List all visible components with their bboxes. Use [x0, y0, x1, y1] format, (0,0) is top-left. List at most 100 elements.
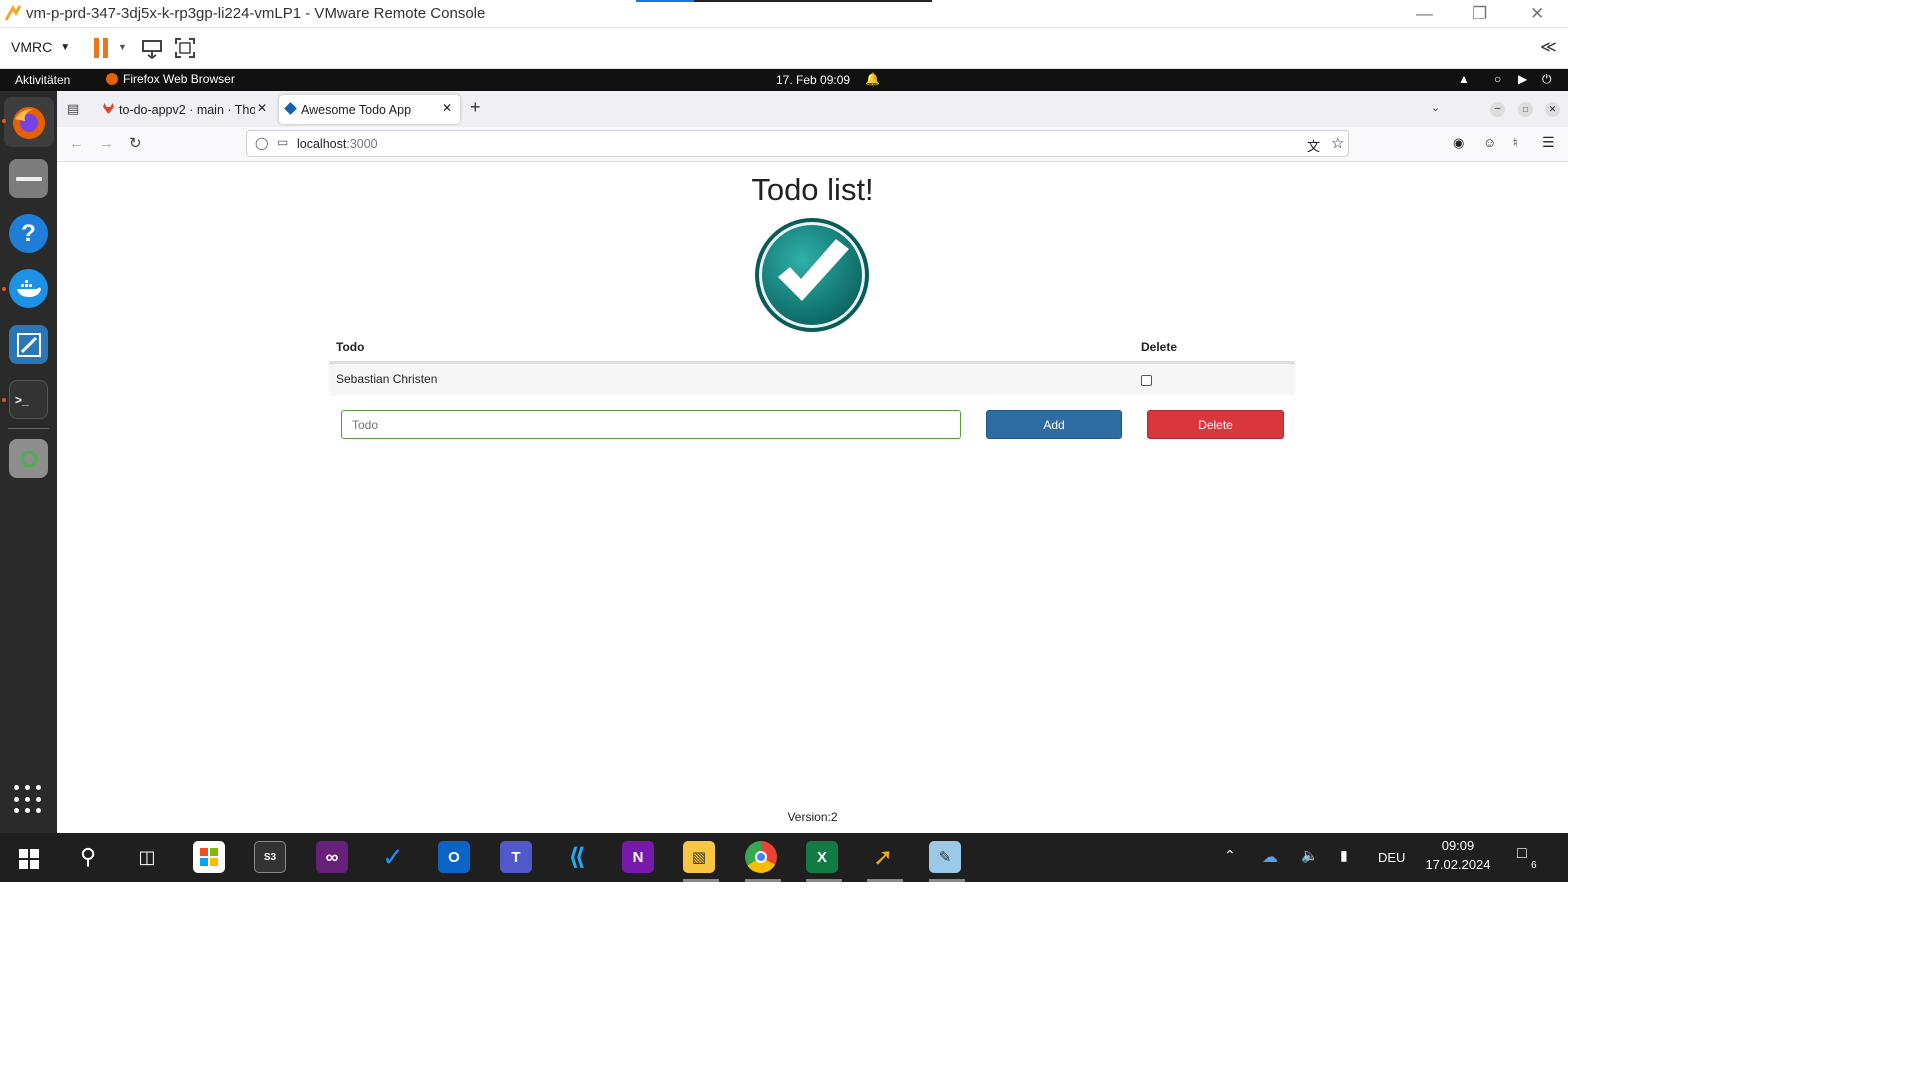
- close-icon[interactable]: ✕: [1530, 4, 1544, 24]
- browser-navbar: ← → ↻ ◯ ▭ localhost:3000 文 ☆ ◉ ☺ ♮ ☰: [57, 127, 1568, 162]
- win-minimize-icon[interactable]: –: [1490, 102, 1505, 117]
- checkmark-logo-icon: [754, 217, 870, 333]
- task-view-icon[interactable]: ◫: [131, 841, 163, 873]
- list-tabs-icon[interactable]: ⌄: [1431, 101, 1440, 114]
- taskbar-time: 09:09: [1441, 838, 1475, 853]
- pause-icon[interactable]: [94, 38, 110, 58]
- app-menu-label: Firefox Web Browser: [123, 72, 235, 86]
- page-title: Todo list!: [751, 172, 874, 207]
- file-explorer-icon[interactable]: ▧: [683, 841, 715, 873]
- network-icon[interactable]: ○: [1494, 72, 1501, 86]
- version-label: Version:2: [787, 810, 838, 824]
- url-bar[interactable]: ◯ ▭ localhost:3000 文 ☆: [246, 130, 1349, 157]
- tab-gitlab[interactable]: to-do-appv2 · main · Thon ✕: [97, 95, 273, 124]
- minimize-icon[interactable]: —: [1416, 4, 1433, 24]
- visual-studio-icon[interactable]: ∞: [316, 841, 348, 873]
- trash-icon[interactable]: [9, 439, 48, 478]
- tab-awesome-todo[interactable]: Awesome Todo App ✕: [279, 95, 460, 124]
- todo-input[interactable]: [341, 410, 961, 439]
- gnome-topbar: Aktivitäten Firefox Web Browser 17. Feb …: [0, 69, 1568, 91]
- show-apps-icon[interactable]: [14, 785, 43, 814]
- terminal-icon[interactable]: >_: [9, 380, 48, 419]
- search-icon[interactable]: ⚲: [72, 841, 104, 873]
- bookmark-star-icon[interactable]: ☆: [1331, 134, 1344, 152]
- clock[interactable]: 17. Feb 09:09: [776, 73, 850, 87]
- taskbar-date: 17.02.2024: [1425, 857, 1491, 872]
- muted-speaker-icon[interactable]: 🔈: [1301, 847, 1318, 864]
- store-icon[interactable]: [193, 841, 225, 873]
- tab-overview-icon[interactable]: ▤: [67, 101, 79, 117]
- tab-label: to-do-appv2 · main · Thon: [119, 102, 264, 117]
- extensions-icon[interactable]: ♮: [1513, 135, 1518, 151]
- power-icon[interactable]: ⏻: [1542, 72, 1552, 87]
- tab-label: Awesome Todo App: [301, 102, 412, 117]
- onedrive-icon[interactable]: ☁: [1262, 847, 1278, 867]
- notifications-icon[interactable]: □: [1517, 845, 1527, 863]
- signal-icon[interactable]: ▮: [1340, 847, 1348, 864]
- tray-overflow-icon[interactable]: ⌃: [1224, 847, 1236, 864]
- screenshot-tool-icon[interactable]: [9, 325, 48, 364]
- todo-delete-checkbox[interactable]: [1141, 375, 1152, 386]
- forward-icon[interactable]: →: [99, 135, 114, 152]
- url-port: :3000: [346, 137, 378, 151]
- add-button[interactable]: Add: [986, 410, 1122, 439]
- chrome-icon[interactable]: [745, 841, 777, 873]
- files-icon[interactable]: [9, 159, 48, 198]
- language-indicator[interactable]: DEU: [1378, 850, 1405, 865]
- pocket-icon[interactable]: ◉: [1453, 135, 1464, 151]
- notification-count: 6: [1531, 860, 1537, 871]
- reload-icon[interactable]: ↻: [129, 134, 142, 152]
- activities-button[interactable]: Aktivitäten: [15, 73, 70, 87]
- docker-icon[interactable]: [9, 269, 48, 308]
- power-caret-icon[interactable]: ▼: [118, 42, 127, 52]
- vmrc-toolbar: VMRC ▼ ▼ ≪: [0, 28, 1568, 69]
- outlook-icon[interactable]: O: [438, 841, 470, 873]
- vmrc-menu-label: VMRC: [11, 39, 53, 55]
- restore-icon[interactable]: ❐: [1472, 4, 1487, 24]
- menu-icon[interactable]: ☰: [1542, 134, 1555, 151]
- send-keys-icon[interactable]: [141, 37, 163, 64]
- running-indicator: [745, 879, 781, 882]
- excel-icon[interactable]: X: [806, 841, 838, 873]
- vmrc-titlebar: vm-p-prd-347-3dj5x-k-rp3gp-li224-vmLP1 -…: [0, 0, 1568, 28]
- table-row: Sebastian Christen: [329, 363, 1295, 395]
- docker-tray-icon[interactable]: ▲: [1458, 72, 1470, 86]
- s3-browser-icon[interactable]: S3: [254, 841, 286, 873]
- app-menu[interactable]: Firefox Web Browser: [106, 72, 235, 86]
- shield-icon[interactable]: ◯: [255, 136, 268, 150]
- delete-button[interactable]: Delete: [1147, 410, 1284, 439]
- page-icon: ▭: [277, 135, 289, 149]
- page-viewport: Todo list! Todo Delete Sebastian Christe…: [57, 162, 1568, 833]
- windows-start-icon[interactable]: [19, 849, 39, 869]
- new-tab-icon[interactable]: +: [470, 97, 481, 118]
- browser-tabstrip: ▤ to-do-appv2 · main · Thon ✕ Awesome To…: [57, 91, 1568, 127]
- taskbar-clock[interactable]: 09:09 17.02.2024: [1420, 838, 1496, 872]
- vmrc-menu-button[interactable]: VMRC ▼: [11, 39, 70, 55]
- running-indicator: [929, 879, 965, 882]
- vmrc-taskbar-icon[interactable]: ➚: [867, 841, 899, 873]
- back-icon[interactable]: ←: [69, 135, 84, 152]
- gitlab-icon: [103, 103, 114, 114]
- translate-icon[interactable]: 文: [1307, 136, 1320, 155]
- ubuntu-dock: ? >_: [0, 91, 57, 833]
- help-icon[interactable]: ?: [9, 214, 48, 253]
- column-header-todo: Todo: [336, 340, 365, 354]
- win-close-icon[interactable]: ✕: [1545, 102, 1560, 117]
- win-maximize-icon[interactable]: □: [1518, 102, 1533, 117]
- account-icon[interactable]: ☺: [1483, 135, 1496, 150]
- volume-icon[interactable]: ▶: [1518, 72, 1527, 86]
- teams-icon[interactable]: T: [500, 841, 532, 873]
- title-progress-track: [694, 0, 932, 2]
- column-header-delete: Delete: [1141, 340, 1178, 354]
- bell-icon: 🔔: [865, 72, 880, 86]
- fullscreen-icon[interactable]: [174, 37, 196, 64]
- collapse-toolbar-icon[interactable]: ≪: [1540, 37, 1557, 57]
- firefox-icon[interactable]: [9, 103, 48, 142]
- url-text[interactable]: localhost:3000: [297, 137, 378, 151]
- notes-app-icon[interactable]: ✎: [929, 841, 961, 873]
- tab-close-icon[interactable]: ✕: [254, 101, 267, 115]
- vscode-icon[interactable]: ⟪: [561, 841, 593, 873]
- todo-app-icon[interactable]: ✓: [377, 841, 409, 873]
- onenote-icon[interactable]: N: [622, 841, 654, 873]
- tab-close-icon[interactable]: ✕: [442, 101, 452, 115]
